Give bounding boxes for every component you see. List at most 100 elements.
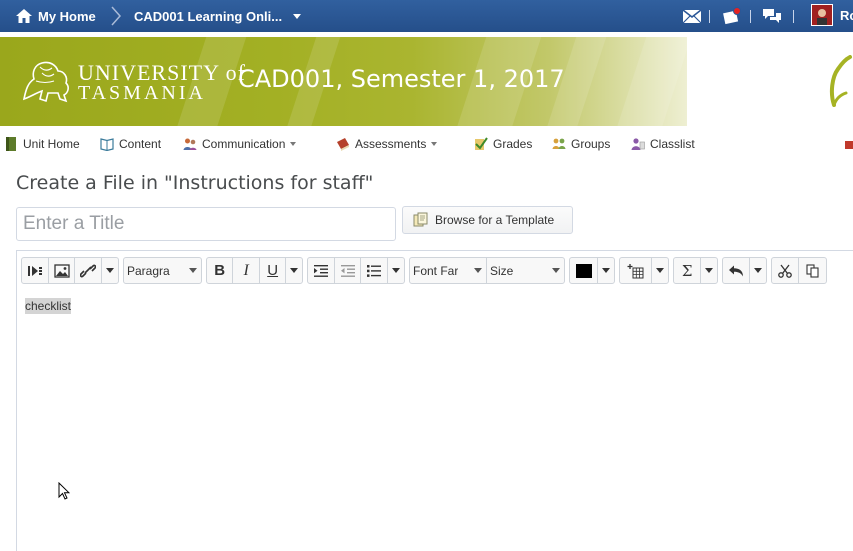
chevron-down-icon bbox=[290, 142, 297, 146]
italic-icon: I bbox=[243, 261, 249, 279]
cut-button[interactable] bbox=[772, 258, 799, 283]
browse-template-button[interactable]: Browse for a Template bbox=[402, 206, 573, 234]
insert-media-group bbox=[21, 257, 119, 284]
page-title: Create a File in "Instructions for staff… bbox=[16, 172, 374, 194]
browse-template-label: Browse for a Template bbox=[435, 213, 555, 227]
my-home-label: My Home bbox=[38, 8, 96, 24]
text-color-dropdown[interactable] bbox=[598, 258, 614, 283]
nav-unit-home-label: Unit Home bbox=[23, 137, 80, 151]
text-color-button[interactable] bbox=[570, 258, 599, 283]
paragraph-format-dropdown[interactable]: Paragra bbox=[124, 258, 201, 283]
insert-image-button[interactable] bbox=[49, 258, 76, 283]
bold-button[interactable]: B bbox=[207, 258, 234, 283]
top-navbar: My Home CAD001 Learning Onli... Ro bbox=[0, 0, 853, 32]
text-color-group bbox=[569, 257, 615, 284]
chevron-down-icon bbox=[656, 268, 664, 273]
undo-dropdown[interactable] bbox=[750, 258, 766, 283]
italic-button[interactable]: I bbox=[233, 258, 260, 283]
classlist-icon bbox=[631, 138, 645, 150]
table-dropdown[interactable] bbox=[652, 258, 668, 283]
insert-quicklink-button[interactable] bbox=[75, 258, 103, 283]
image-icon bbox=[53, 263, 70, 278]
chevron-down-icon bbox=[431, 142, 438, 146]
editor-content[interactable]: checklist bbox=[25, 298, 72, 314]
nav-classlist-label: Classlist bbox=[650, 137, 695, 151]
assessment-book-icon bbox=[337, 138, 349, 151]
course-selector[interactable]: CAD001 Learning Onli... bbox=[134, 0, 302, 32]
paragraph-tools-group bbox=[307, 257, 405, 284]
table-icon bbox=[627, 263, 643, 278]
chevron-down-icon bbox=[392, 268, 401, 273]
indent-button[interactable] bbox=[308, 258, 335, 283]
nav-assessments[interactable]: Assessments bbox=[336, 136, 438, 152]
nav-content[interactable]: Content bbox=[100, 136, 161, 152]
mail-icon[interactable] bbox=[682, 7, 702, 25]
grades-check-icon bbox=[475, 137, 488, 150]
chevron-down-icon bbox=[474, 268, 482, 273]
undo-button[interactable] bbox=[723, 258, 751, 283]
clipboard-group bbox=[771, 257, 827, 284]
underline-button[interactable]: U bbox=[260, 258, 287, 283]
link-icon bbox=[80, 264, 97, 277]
font-size-select[interactable]: Size bbox=[487, 258, 564, 283]
nav-groups[interactable]: Groups bbox=[552, 136, 610, 152]
alert-icon[interactable] bbox=[722, 7, 742, 25]
text-style-dropdown[interactable] bbox=[286, 258, 302, 283]
user-avatar[interactable] bbox=[811, 4, 833, 26]
table-group bbox=[619, 257, 669, 284]
more-tools-icon[interactable] bbox=[845, 138, 853, 150]
home-icon bbox=[16, 9, 32, 23]
university-logo[interactable]: UNIVERSITY of TASMANIA bbox=[20, 57, 245, 105]
course-banner: UNIVERSITY of TASMANIA CAD001, Semester … bbox=[0, 37, 853, 126]
lion-crest-icon bbox=[22, 61, 69, 103]
my-home-link[interactable]: My Home bbox=[16, 0, 96, 32]
nav-communication[interactable]: Communication bbox=[183, 136, 297, 152]
title-input[interactable] bbox=[16, 207, 396, 241]
course-navbar: Unit Home Content Communication Assessme… bbox=[0, 126, 853, 162]
insert-equation-button[interactable]: Σ bbox=[674, 258, 702, 283]
nav-groups-label: Groups bbox=[571, 137, 611, 151]
user-name[interactable]: Ro bbox=[840, 8, 853, 23]
course-selector-label: CAD001 Learning Onli... bbox=[134, 8, 283, 24]
nav-communication-label: Communication bbox=[202, 137, 286, 151]
insert-table-button[interactable] bbox=[620, 258, 652, 283]
chevron-down-icon bbox=[754, 268, 763, 273]
bullet-list-button[interactable] bbox=[361, 258, 389, 283]
topbar-divider bbox=[709, 10, 710, 23]
underline-icon: U bbox=[267, 262, 279, 279]
nav-grades[interactable]: Grades bbox=[474, 136, 532, 152]
chevron-down-icon bbox=[705, 268, 714, 273]
chevron-down-icon bbox=[293, 13, 302, 19]
user-avatar-icon bbox=[812, 5, 832, 25]
font-group: Font Far Size bbox=[409, 257, 565, 284]
chevron-down-icon bbox=[106, 268, 115, 273]
copy-button[interactable] bbox=[799, 258, 826, 283]
template-icon bbox=[413, 212, 428, 227]
html-editor[interactable]: Paragra B I U Font Far Size Σ checklist bbox=[16, 250, 853, 551]
selected-text: checklist bbox=[25, 298, 72, 314]
paragraph-format-select[interactable]: Paragra bbox=[123, 257, 202, 284]
list-dropdown-button[interactable] bbox=[388, 258, 404, 283]
chevron-down-icon bbox=[602, 268, 611, 273]
nav-classlist[interactable]: Classlist bbox=[631, 136, 695, 152]
breadcrumb-chevron-icon bbox=[111, 6, 122, 26]
chat-icon[interactable] bbox=[762, 7, 782, 25]
outdent-button[interactable] bbox=[335, 258, 362, 283]
media-dropdown-button[interactable] bbox=[102, 258, 118, 283]
banner-swoosh-graphic bbox=[829, 55, 852, 107]
nav-unit-home[interactable]: Unit Home bbox=[4, 136, 80, 152]
chevron-down-icon bbox=[189, 268, 197, 273]
nav-grades-label: Grades bbox=[493, 137, 533, 151]
equation-group: Σ bbox=[673, 257, 718, 284]
people-icon bbox=[183, 138, 197, 150]
university-wordmark-line2: TASMANIA bbox=[78, 82, 206, 104]
font-family-value: Font Far bbox=[413, 263, 459, 278]
bold-icon: B bbox=[214, 262, 226, 279]
sigma-icon: Σ bbox=[681, 261, 693, 280]
book-icon bbox=[6, 137, 16, 151]
insert-stuff-button[interactable] bbox=[22, 258, 49, 283]
equation-dropdown[interactable] bbox=[701, 258, 717, 283]
chevron-down-icon bbox=[552, 268, 560, 273]
font-family-select[interactable]: Font Far bbox=[410, 258, 487, 283]
nav-assessments-label: Assessments bbox=[355, 137, 427, 151]
